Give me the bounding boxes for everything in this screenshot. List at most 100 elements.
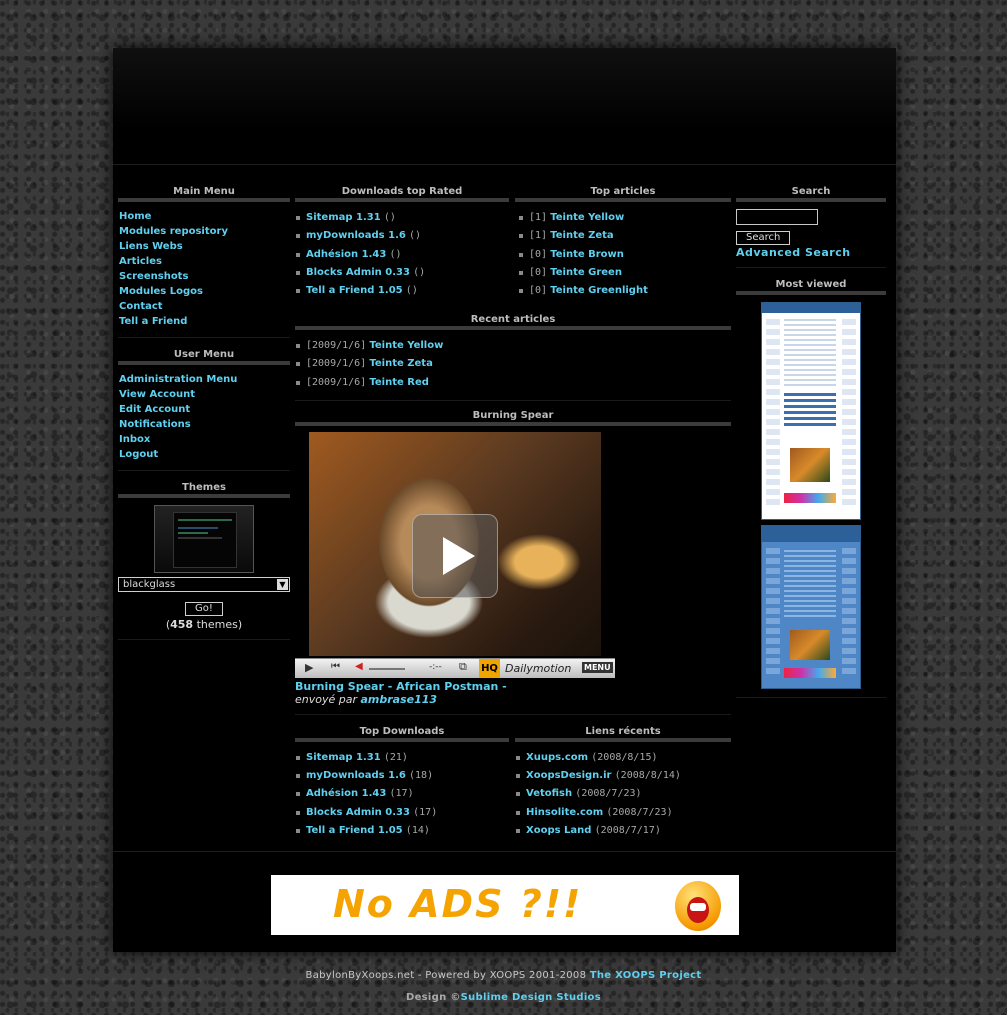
volume-slider[interactable] xyxy=(369,667,405,670)
dailymotion-logo[interactable]: Dailymotion xyxy=(505,662,571,675)
user-menu-item-logout[interactable]: Logout xyxy=(118,447,290,462)
main-menu-item-screenshots[interactable]: Screenshots xyxy=(118,269,290,284)
list-item-link[interactable]: myDownloads 1.6 xyxy=(306,230,406,241)
video-caption-link[interactable]: Burning Spear - African Postman - xyxy=(295,680,507,693)
list-item-link[interactable]: Teinte Yellow xyxy=(369,340,443,351)
video-title: Burning Spear xyxy=(295,409,731,426)
search-button[interactable]: Search xyxy=(736,231,791,245)
list-item-meta: (21) xyxy=(383,751,408,763)
list-item: [0] Teinte Greenlight xyxy=(518,282,731,300)
list-item-meta: [2009/1/6] xyxy=(306,358,367,370)
main-menu-item-modules-logos[interactable]: Modules Logos xyxy=(118,284,290,299)
list-item: Blocks Admin 0.33 () xyxy=(295,264,509,282)
list-item-link[interactable]: Adhésion 1.43 xyxy=(306,249,386,260)
top-downloads-list: Sitemap 1.31 (21) myDownloads 1.6 (18) Adh… xyxy=(295,749,509,840)
main-menu-item-liens-webs[interactable]: Liens Webs xyxy=(118,239,290,254)
list-item: [2009/1/6] Teinte Zeta xyxy=(295,355,731,373)
list-item: Adhésion 1.43 (17) xyxy=(295,785,509,803)
list-item-meta: () xyxy=(409,230,422,242)
list-item-meta: () xyxy=(389,248,402,260)
user-menu-item-edit-account[interactable]: Edit Account xyxy=(118,402,290,417)
volume-icon[interactable]: ◀ xyxy=(355,661,363,672)
list-item-link[interactable]: Xuups.com xyxy=(526,752,588,763)
list-item-link[interactable]: Vetofish xyxy=(526,788,572,799)
main-menu-item-articles[interactable]: Articles xyxy=(118,254,290,269)
list-item: Blocks Admin 0.33 (17) xyxy=(295,804,509,822)
list-item-meta: [1] xyxy=(529,212,548,223)
list-item-link[interactable]: Adhésion 1.43 xyxy=(306,788,386,799)
video-author-link[interactable]: ambrase113 xyxy=(361,693,438,706)
advanced-search-link[interactable]: Advanced Search xyxy=(736,246,886,259)
player-time: -:-- xyxy=(429,661,442,672)
theme-select[interactable]: blackglass ▼ xyxy=(118,577,290,592)
main-menu-item-home[interactable]: Home xyxy=(118,209,290,224)
recent-articles-block: Recent articles [2009/1/6] Teinte Yellow… xyxy=(295,313,731,401)
video-sent-by: envoyé par xyxy=(295,692,357,706)
downloads-top-rated-title: Downloads top Rated xyxy=(295,185,509,202)
main-menu-block: Main Menu Home Modules repository Liens We… xyxy=(118,185,290,338)
list-item-link[interactable]: Blocks Admin 0.33 xyxy=(306,807,410,818)
list-item-link[interactable]: Hinsolite.com xyxy=(526,807,603,818)
user-menu: Administration Menu View Account Edit Acco… xyxy=(118,372,290,462)
chevron-down-icon[interactable]: ▼ xyxy=(277,579,288,590)
list-item-link[interactable]: Sitemap 1.31 xyxy=(306,212,381,223)
recent-articles-list: [2009/1/6] Teinte Yellow [2009/1/6] Teint… xyxy=(295,337,731,392)
most-viewed-title: Most viewed xyxy=(736,278,886,295)
list-item-link[interactable]: XoopsDesign.ir xyxy=(526,770,611,781)
top-row: Downloads top Rated Sitemap 1.31 () myDow… xyxy=(295,185,731,313)
list-item-meta: (17) xyxy=(389,788,414,800)
list-item-link[interactable]: Sitemap 1.31 xyxy=(306,752,381,763)
list-item-link[interactable]: Xoops Land xyxy=(526,825,591,836)
list-item-link[interactable]: Tell a Friend 1.05 xyxy=(306,825,403,836)
video-player[interactable]: ▶ ⏮ ◀ -:-- ⧉ HQ Dailymotion MENU xyxy=(295,431,615,678)
sublime-design-link[interactable]: Sublime Design Studios xyxy=(461,992,601,1003)
main-menu: Home Modules repository Liens Webs Articles… xyxy=(118,209,290,329)
main-menu-item-modules-repository[interactable]: Modules repository xyxy=(118,224,290,239)
user-menu-item-view-account[interactable]: View Account xyxy=(118,387,290,402)
list-item-meta: [2009/1/6] xyxy=(306,340,367,351)
main-menu-item-tell-a-friend[interactable]: Tell a Friend xyxy=(118,314,290,329)
main-menu-item-contact[interactable]: Contact xyxy=(118,299,290,314)
list-item-meta: [1] xyxy=(529,230,548,242)
play-small-icon[interactable]: ▶ xyxy=(305,661,313,674)
page-container: Main Menu Home Modules repository Liens We… xyxy=(113,48,896,952)
header-banner xyxy=(113,48,896,165)
list-item-meta: [0] xyxy=(529,248,548,260)
list-item-link[interactable]: Teinte Yellow xyxy=(550,212,624,223)
user-menu-item-inbox[interactable]: Inbox xyxy=(118,432,290,447)
hq-badge[interactable]: HQ xyxy=(479,658,500,678)
list-item-link[interactable]: Blocks Admin 0.33 xyxy=(306,267,410,278)
themes-title: Themes xyxy=(118,481,290,498)
popout-icon[interactable]: ⧉ xyxy=(459,660,467,674)
downloads-top-rated-list: Sitemap 1.31 () myDownloads 1.6 () Adhésio… xyxy=(295,209,509,300)
rewind-icon[interactable]: ⏮ xyxy=(331,661,340,672)
user-menu-item-administration-menu[interactable]: Administration Menu xyxy=(118,372,290,387)
play-button[interactable] xyxy=(412,513,498,598)
list-item-link[interactable]: Teinte Greenlight xyxy=(550,285,648,296)
list-item: Hinsolite.com (2008/7/23) xyxy=(515,804,731,822)
search-input[interactable] xyxy=(736,209,818,225)
theme-go-button[interactable]: Go! xyxy=(185,602,223,616)
list-item-link[interactable]: Teinte Zeta xyxy=(550,230,613,241)
list-item-link[interactable]: Tell a Friend 1.05 xyxy=(306,285,403,296)
list-item-link[interactable]: Teinte Green xyxy=(550,267,622,278)
themes-block: Themes blackglass ▼ Go! (458 themes) xyxy=(118,481,290,640)
list-item: myDownloads 1.6 (18) xyxy=(295,767,509,785)
list-item-link[interactable]: Teinte Brown xyxy=(550,249,624,260)
list-item: [2009/1/6] Teinte Yellow xyxy=(295,337,731,355)
ad-banner[interactable]: No ADS ?!! xyxy=(271,875,739,935)
left-column: Main Menu Home Modules repository Liens We… xyxy=(118,185,290,650)
xoops-project-link[interactable]: The XOOPS Project xyxy=(590,970,702,981)
footer-divider xyxy=(113,851,896,852)
list-item: XoopsDesign.ir (2008/8/14) xyxy=(515,767,731,785)
list-item-link[interactable]: myDownloads 1.6 xyxy=(306,770,406,781)
list-item-link[interactable]: Teinte Zeta xyxy=(369,358,432,369)
player-menu-button[interactable]: MENU xyxy=(582,661,613,673)
list-item-link[interactable]: Teinte Red xyxy=(369,377,429,388)
list-item-meta: () xyxy=(405,285,418,297)
screenshot-thumbnail-1[interactable] xyxy=(761,302,861,520)
user-menu-item-notifications[interactable]: Notifications xyxy=(118,417,290,432)
screenshot-thumbnail-2[interactable] xyxy=(761,525,861,689)
footer-line-2: Design ©Sublime Design Studios xyxy=(0,992,1007,1003)
main-menu-title: Main Menu xyxy=(118,185,290,202)
